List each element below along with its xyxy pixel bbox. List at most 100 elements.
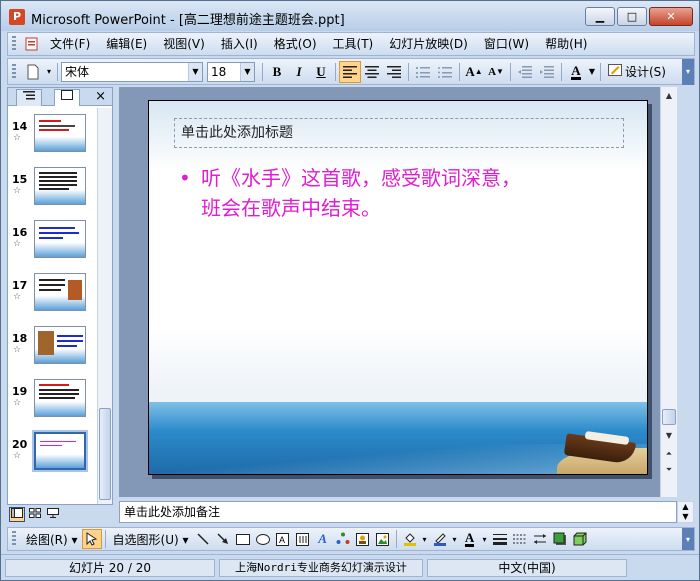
slides-pane-scrollbar[interactable]: [97, 108, 112, 504]
select-objects-icon[interactable]: [81, 529, 102, 549]
draw-menu-button[interactable]: 绘图(R) ▾: [22, 531, 82, 548]
arrow-style-icon[interactable]: [530, 529, 550, 549]
menu-slideshow[interactable]: 幻灯片放映(D): [381, 34, 476, 54]
dash-style-icon[interactable]: [510, 529, 530, 549]
toolbar-separator: [262, 62, 263, 81]
close-icon[interactable]: ×: [95, 89, 106, 104]
scrollbar-thumb[interactable]: [99, 408, 111, 500]
tab-outline[interactable]: [16, 89, 42, 106]
toolbar-options-icon[interactable]: ▾: [682, 58, 694, 85]
scroll-down-icon[interactable]: ▼: [662, 429, 676, 443]
align-center-icon[interactable]: [361, 61, 383, 83]
menu-window[interactable]: 窗口(W): [476, 34, 537, 54]
clip-art-icon[interactable]: [353, 529, 373, 549]
align-left-icon[interactable]: [339, 60, 361, 83]
slide-body-text[interactable]: • 听《水手》这首歌，感受歌词深意， 班会在歌声中结束。: [179, 163, 619, 223]
powerpoint-app-icon[interactable]: P: [9, 9, 25, 25]
toolbar-grip[interactable]: [12, 531, 16, 547]
line-tool-icon[interactable]: [193, 529, 213, 549]
font-name-combo[interactable]: 宋体 ▼: [61, 61, 203, 82]
menu-format[interactable]: 格式(O): [266, 34, 325, 54]
menu-insert[interactable]: 插入(I): [213, 34, 266, 54]
previous-slide-icon[interactable]: ⏶: [662, 447, 676, 461]
3d-style-icon[interactable]: [570, 529, 590, 549]
slide-preview: [34, 379, 86, 417]
decrease-font-size-icon[interactable]: A ▼: [485, 61, 507, 83]
slide-thumbnail[interactable]: 19 ☆: [8, 375, 96, 425]
bold-button[interactable]: B: [266, 61, 288, 83]
autoshapes-menu-button[interactable]: 自选图形(U) ▾: [109, 531, 193, 548]
line-color-icon[interactable]: [430, 529, 450, 549]
title-placeholder[interactable]: 单击此处添加标题: [174, 118, 624, 148]
align-right-icon[interactable]: [383, 61, 405, 83]
picture-icon[interactable]: [373, 529, 393, 549]
slide-thumbnail[interactable]: 17 ☆: [8, 269, 96, 319]
text-box-icon[interactable]: A: [273, 529, 293, 549]
toolbar-grip[interactable]: [12, 63, 16, 80]
chevron-down-icon[interactable]: ▼: [188, 62, 202, 81]
toolbar-options-icon[interactable]: ▾: [682, 528, 694, 550]
scrollbar-thumb[interactable]: [662, 409, 676, 425]
scroll-up-icon[interactable]: ▲: [662, 89, 676, 103]
notes-pane[interactable]: 单击此处添加备注: [119, 501, 677, 523]
slide-thumbnail[interactable]: 15 ☆: [8, 163, 96, 213]
new-document-icon[interactable]: [22, 61, 44, 83]
chevron-down-icon[interactable]: ▾: [480, 529, 490, 549]
menu-help[interactable]: 帮助(H): [537, 34, 595, 54]
font-color-icon[interactable]: A: [565, 61, 587, 83]
slide-thumbnail[interactable]: 18 ☆: [8, 322, 96, 372]
underline-button[interactable]: U: [310, 61, 332, 83]
vertical-text-box-icon[interactable]: [293, 529, 313, 549]
slide-number: 16: [12, 226, 28, 239]
minimize-button[interactable]: ▁: [585, 7, 615, 26]
slide-thumbnail[interactable]: 14 ☆: [8, 110, 96, 160]
toolbar-separator: [459, 62, 460, 81]
chevron-down-icon[interactable]: ▼: [587, 61, 597, 83]
slide-number: 20: [12, 438, 28, 451]
menu-tools[interactable]: 工具(T): [325, 34, 382, 54]
numbered-list-icon[interactable]: [412, 61, 434, 83]
bulleted-list-icon[interactable]: [434, 61, 456, 83]
wordart-icon[interactable]: A: [313, 529, 333, 549]
fill-color-icon[interactable]: [400, 529, 420, 549]
chevron-down-icon[interactable]: ▾: [450, 529, 460, 549]
font-size-combo[interactable]: 18 ▼: [207, 61, 255, 82]
transition-star-icon: ☆: [13, 133, 22, 143]
slideshow-view-button[interactable]: [45, 507, 61, 522]
slide-number: 15: [12, 173, 28, 186]
close-button[interactable]: ✕: [649, 7, 693, 26]
menu-view[interactable]: 视图(V): [155, 34, 213, 54]
document-menu-icon[interactable]: [22, 35, 42, 53]
oval-tool-icon[interactable]: [253, 529, 273, 549]
increase-indent-icon[interactable]: [536, 61, 558, 83]
tab-slides[interactable]: [54, 89, 80, 106]
rectangle-tool-icon[interactable]: [233, 529, 253, 549]
title-bar: P Microsoft PowerPoint - [高二理想前途主题班会.ppt…: [1, 1, 699, 31]
slide-thumbnail[interactable]: 16 ☆: [8, 216, 96, 266]
line-style-icon[interactable]: [490, 529, 510, 549]
design-button[interactable]: 设计(S): [604, 61, 670, 83]
chevron-down-icon[interactable]: ▾: [420, 529, 430, 549]
font-color-draw-icon[interactable]: A: [460, 529, 480, 549]
slide-number: 14: [12, 120, 28, 133]
chevron-down-icon[interactable]: ▼: [240, 62, 254, 81]
shadow-style-icon[interactable]: [550, 529, 570, 549]
slide-thumbnail-selected[interactable]: 20 ☆: [8, 428, 96, 478]
menu-file[interactable]: 文件(F): [42, 34, 98, 54]
slide-vertical-scrollbar[interactable]: ▲ ▼ ⏶ ⏷: [660, 87, 677, 497]
italic-button[interactable]: I: [288, 61, 310, 83]
arrow-tool-icon[interactable]: [213, 529, 233, 549]
normal-view-button[interactable]: [9, 507, 25, 522]
next-slide-icon[interactable]: ⏷: [662, 463, 676, 477]
maximize-button[interactable]: □: [617, 7, 647, 26]
slide-canvas[interactable]: 单击此处添加标题 • 听《水手》这首歌，感受歌词深意， 班会在歌声中结束。: [148, 100, 648, 475]
slide-sorter-view-button[interactable]: [27, 507, 43, 522]
toolbar-overflow-icon[interactable]: ▾: [44, 61, 54, 83]
decrease-indent-icon[interactable]: [514, 61, 536, 83]
diagram-icon[interactable]: [333, 529, 353, 549]
increase-font-size-icon[interactable]: A ▲: [463, 61, 485, 83]
notes-scrollbar[interactable]: ▲ ▼: [677, 501, 694, 523]
menu-edit[interactable]: 编辑(E): [98, 34, 155, 54]
toolbar-grip[interactable]: [12, 36, 16, 52]
bullet-icon: •: [179, 166, 191, 190]
